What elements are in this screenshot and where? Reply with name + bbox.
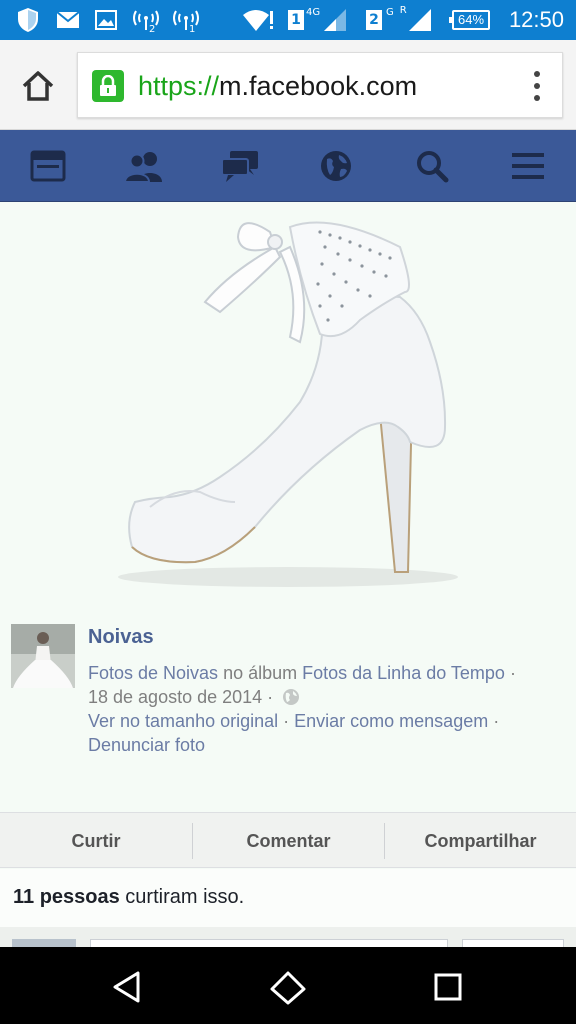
separator-dot: · (504, 663, 516, 683)
friends-icon[interactable] (122, 144, 166, 188)
hotspot-sim2-icon: 2 (130, 6, 162, 34)
overflow-menu-icon[interactable] (532, 71, 542, 101)
svg-text:1: 1 (189, 24, 195, 33)
share-button[interactable]: Compartilhar (385, 813, 576, 869)
home-icon (22, 71, 54, 101)
url-text[interactable]: https://m.facebook.com (138, 69, 417, 103)
sim1-network-type: 4G (306, 6, 321, 18)
notifications-globe-icon[interactable] (314, 144, 358, 188)
menu-icon[interactable] (506, 144, 550, 188)
hotspot-sim1-icon: 1 (170, 6, 202, 34)
sim2-network-type: G (386, 6, 394, 18)
messages-icon[interactable] (218, 144, 262, 188)
browser-toolbar: https://m.facebook.com (0, 40, 576, 130)
wifi-icon (240, 6, 276, 34)
likes-suffix: curtiram isso. (119, 886, 245, 908)
news-feed-icon[interactable] (26, 144, 70, 188)
comment-button[interactable]: Comentar (193, 813, 384, 869)
likes-count-link[interactable]: 11 pessoas (13, 886, 120, 908)
system-navigation-bar (0, 947, 576, 1024)
comment-input[interactable] (90, 939, 448, 947)
sim1-signal-icon: 1 4G (288, 6, 360, 34)
sim2-label: 2 (366, 10, 382, 30)
comment-composer (0, 927, 576, 947)
likes-summary: 11 pessoas curtiram isso. (0, 869, 576, 927)
report-line: Denunciar foto (88, 733, 205, 757)
search-icon[interactable] (410, 144, 454, 188)
like-button[interactable]: Curtir (0, 813, 192, 869)
sim1-label: 1 (288, 10, 304, 30)
album-owner-link[interactable]: Fotos de Noivas (88, 663, 218, 683)
separator-dot: · (278, 711, 295, 731)
home-nav-icon[interactable] (268, 967, 308, 1007)
back-icon[interactable] (108, 967, 148, 1007)
action-bar: Curtir Comentar Compartilhar (0, 812, 576, 868)
clock: 12:50 (508, 7, 564, 32)
actions-line: Ver no tamanho original · Enviar como me… (88, 709, 499, 733)
post-photo[interactable] (0, 202, 576, 610)
status-bar: 2 1 1 4G 2 G R 64% 12:50 (0, 0, 576, 40)
report-photo-link[interactable]: Denunciar foto (88, 735, 205, 755)
in-album-text: no álbum (218, 663, 303, 683)
separator-dot: · (488, 711, 500, 731)
comment-submit-button[interactable] (462, 939, 564, 947)
url-host: m.facebook.com (219, 71, 418, 101)
privacy-globe-icon (283, 689, 300, 705)
page-name-link[interactable]: Noivas (88, 626, 154, 649)
post-meta: Noivas Fotos de Noivas no álbum Fotos da… (0, 610, 576, 810)
sim2-signal-icon: 2 G R (366, 4, 446, 34)
shield-icon (14, 6, 42, 34)
roaming-indicator: R (399, 4, 407, 16)
view-original-link[interactable]: Ver no tamanho original (88, 711, 278, 731)
battery-icon: 64% (449, 10, 490, 30)
address-bar[interactable]: https://m.facebook.com (77, 52, 563, 118)
composer-avatar (12, 939, 76, 947)
recent-apps-icon[interactable] (428, 967, 468, 1007)
album-name-link[interactable]: Fotos da Linha do Tempo (302, 663, 505, 683)
gallery-icon (92, 6, 120, 34)
battery-level: 64% (457, 12, 485, 27)
date-line: 18 de agosto de 2014 · (88, 685, 300, 709)
facebook-nav-bar (0, 130, 576, 202)
album-line: Fotos de Noivas no álbum Fotos da Linha … (88, 661, 516, 685)
url-protocol: https:// (138, 71, 220, 101)
lock-icon (92, 70, 124, 102)
email-icon (54, 6, 82, 34)
post-date[interactable]: 18 de agosto de 2014 · (88, 687, 273, 707)
svg-text:2: 2 (149, 24, 155, 33)
home-button[interactable] (18, 66, 58, 106)
send-as-message-link[interactable]: Enviar como mensagem (294, 711, 488, 731)
avatar[interactable] (11, 624, 75, 688)
